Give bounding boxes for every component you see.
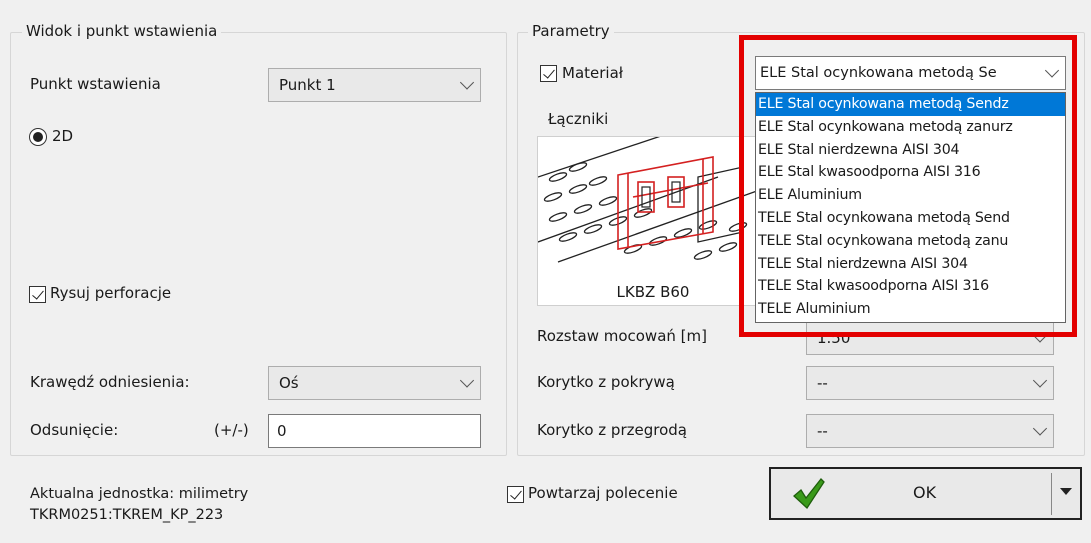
offset-input[interactable]: 0	[268, 414, 481, 448]
insert-point-select[interactable]: Punkt 1	[268, 68, 481, 102]
view-insert-group-title: Widok i punkt wstawienia	[22, 22, 222, 40]
radio-2d[interactable]	[29, 128, 47, 146]
connector-drawing	[538, 137, 766, 263]
chevron-down-icon	[1032, 421, 1048, 436]
connector-name: LKBZ B60	[616, 283, 690, 301]
perforation-label: Rysuj perforacje	[50, 284, 172, 302]
chevron-down-icon	[459, 75, 475, 90]
highlight-box	[739, 35, 1077, 337]
reference-edge-label: Krawędź odniesienia:	[30, 373, 190, 391]
unit-text: Aktualna jednostka: milimetry	[30, 486, 249, 502]
ok-split-divider	[1051, 473, 1052, 515]
ok-button[interactable]: OK	[769, 467, 1082, 520]
repeat-checkbox[interactable]	[507, 486, 524, 503]
radio-2d-label: 2D	[52, 127, 74, 145]
reference-edge-value: Oś	[279, 374, 299, 392]
cover-label: Korytko z pokrywą	[537, 373, 675, 391]
divider-value: --	[817, 422, 828, 440]
code-text: TKRM0251:TKREM_KP_223	[30, 507, 224, 523]
connectors-label: Łączniki	[548, 110, 609, 128]
material-checkbox[interactable]	[540, 65, 557, 82]
chevron-down-icon	[459, 373, 475, 388]
perforation-checkbox[interactable]	[29, 286, 46, 303]
divider-select[interactable]: --	[806, 414, 1054, 448]
repeat-label: Powtarzaj polecenie	[528, 484, 678, 502]
material-label: Materiał	[562, 64, 624, 82]
cover-value: --	[817, 374, 828, 392]
green-checkmark-icon	[793, 478, 825, 509]
offset-value: 0	[277, 422, 287, 440]
cover-select[interactable]: --	[806, 366, 1054, 400]
divider-label: Korytko z przegrodą	[537, 421, 687, 439]
parameters-group-title: Parametry	[528, 22, 614, 40]
offset-label: Odsunięcie:	[30, 421, 119, 439]
insert-point-value: Punkt 1	[279, 76, 336, 94]
spacing-label: Rozstaw mocowań [m]	[537, 327, 707, 345]
offset-sign: (+/-)	[214, 421, 249, 439]
caret-down-icon[interactable]	[1060, 488, 1072, 496]
reference-edge-select[interactable]: Oś	[268, 366, 481, 400]
connector-tile[interactable]: LKBZ B60	[537, 136, 767, 306]
chevron-down-icon	[1032, 373, 1048, 388]
ok-label: OK	[913, 483, 937, 502]
insert-point-label: Punkt wstawienia	[30, 75, 161, 93]
